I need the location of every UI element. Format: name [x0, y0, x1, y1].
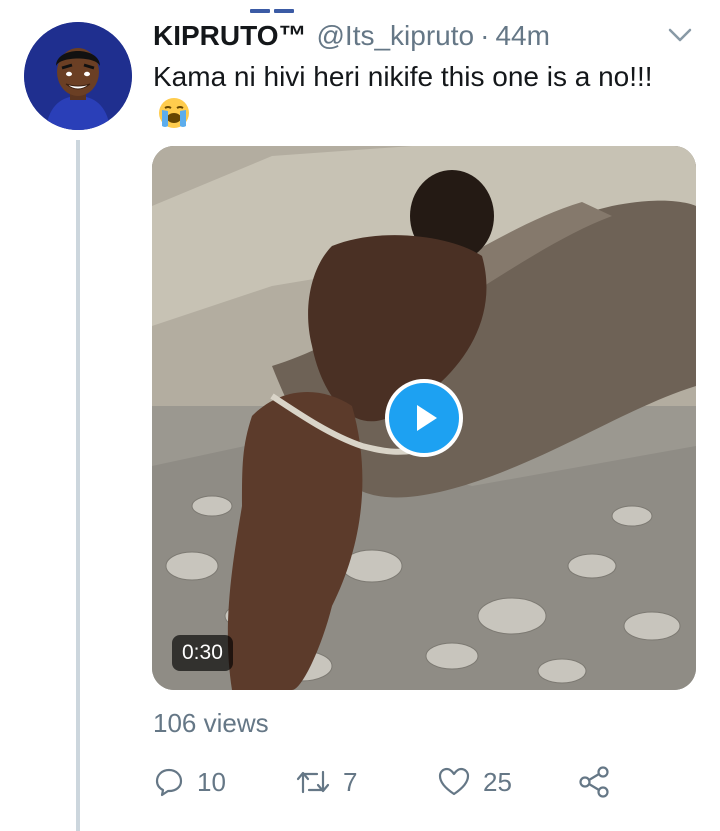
avatar[interactable] [24, 22, 132, 130]
display-name[interactable]: KIPRUTO™ [153, 20, 307, 52]
heart-icon [438, 767, 470, 796]
timestamp[interactable]: 44m [495, 20, 549, 52]
retweet-button[interactable]: 7 [295, 760, 357, 804]
share-button[interactable] [577, 760, 623, 804]
cartoon-face-icon [24, 22, 132, 130]
loudly-crying-face-icon [157, 96, 191, 130]
like-count: 25 [483, 766, 512, 797]
video-duration: 0:30 [172, 635, 233, 671]
thread-line [76, 140, 80, 831]
more-options-button[interactable] [666, 24, 694, 46]
reply-icon [155, 768, 183, 797]
previous-tweet-fragment [250, 0, 320, 13]
play-icon [417, 405, 437, 431]
share-icon [579, 766, 609, 798]
reply-button[interactable]: 10 [153, 760, 226, 804]
reply-count: 10 [197, 766, 226, 797]
tweet-text: Kama ni hivi heri nikife this one is a n… [153, 58, 673, 134]
chevron-down-icon [668, 28, 692, 42]
tweet-header: KIPRUTO™ @Its_kipruto · 44m [153, 18, 550, 54]
tweet-actions: 10 7 25 [153, 760, 623, 804]
video-player[interactable]: 0:30 [152, 146, 696, 690]
like-button[interactable]: 25 [437, 760, 512, 804]
tweet-text-content: Kama ni hivi heri nikife this one is a n… [153, 61, 653, 92]
view-count: 106 views [153, 708, 269, 738]
separator-dot: · [480, 20, 490, 51]
play-button[interactable] [385, 379, 463, 457]
user-handle[interactable]: @Its_kipruto [317, 20, 475, 52]
retweet-count: 7 [343, 766, 358, 797]
retweet-icon [296, 770, 330, 794]
